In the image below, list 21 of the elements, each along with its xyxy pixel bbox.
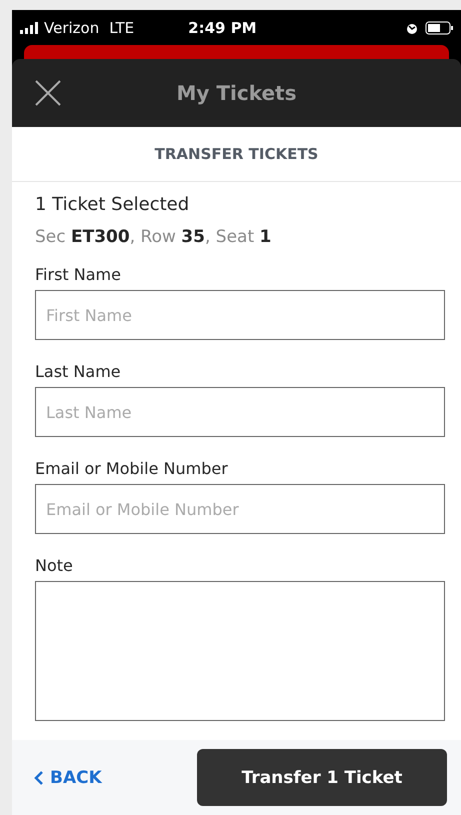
chevron-left-icon [34,770,44,786]
text-field[interactable]: Last Name [35,387,445,437]
network-type: LTE [109,18,134,36]
text-field[interactable]: First Name [35,290,445,340]
seat-info: Sec ET300, Row 35, Seat 1 [35,227,272,247]
clock-time: 2:49 PM [188,18,258,36]
back-link[interactable]: BACK [34,768,197,788]
ticket-count: 1 Ticket Selected [35,194,190,215]
section-title: TRANSFER TICKETS [154,145,318,163]
field-label: Email or Mobile Number [35,459,229,478]
text-field[interactable]: Email or Mobile Number [35,484,445,534]
close-icon[interactable] [34,79,62,107]
battery-icon [425,20,453,34]
transfer-button[interactable]: Transfer 1 Ticket [197,749,447,806]
field-label: Note [35,556,74,575]
note-field[interactable] [35,581,445,721]
signal-icon [20,22,38,34]
field-label: First Name [35,265,122,284]
field-label: Last Name [35,362,122,381]
header-title: My Tickets [175,81,298,105]
carrier-name: Verizon [44,18,100,36]
